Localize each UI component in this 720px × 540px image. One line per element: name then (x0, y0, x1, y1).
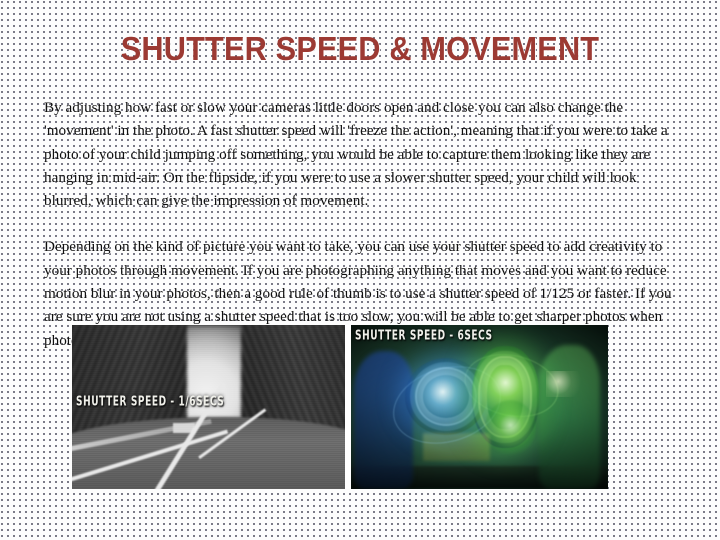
photo-road-caption: SHUTTER SPEED - 1/6SECS (76, 395, 225, 410)
paragraph-1: By adjusting how fast or slow your camer… (44, 99, 668, 210)
photo-group: SHUTTER SPEED - 1/6SECS SHUTTER SPEED - … (72, 325, 608, 489)
body-text-block: By adjusting how fast or slow your camer… (44, 96, 678, 352)
slide-canvas: SHUTTER SPEED & MOVEMENT By adjusting ho… (0, 0, 720, 540)
photo-light-painting: SHUTTER SPEED - 6SECS (351, 325, 608, 489)
photo-light-caption: SHUTTER SPEED - 6SECS (355, 329, 493, 344)
page-title: SHUTTER SPEED & MOVEMENT (120, 30, 600, 67)
photo-road-long-exposure: SHUTTER SPEED - 1/6SECS (72, 325, 345, 489)
photo-light-vignette (351, 325, 608, 489)
